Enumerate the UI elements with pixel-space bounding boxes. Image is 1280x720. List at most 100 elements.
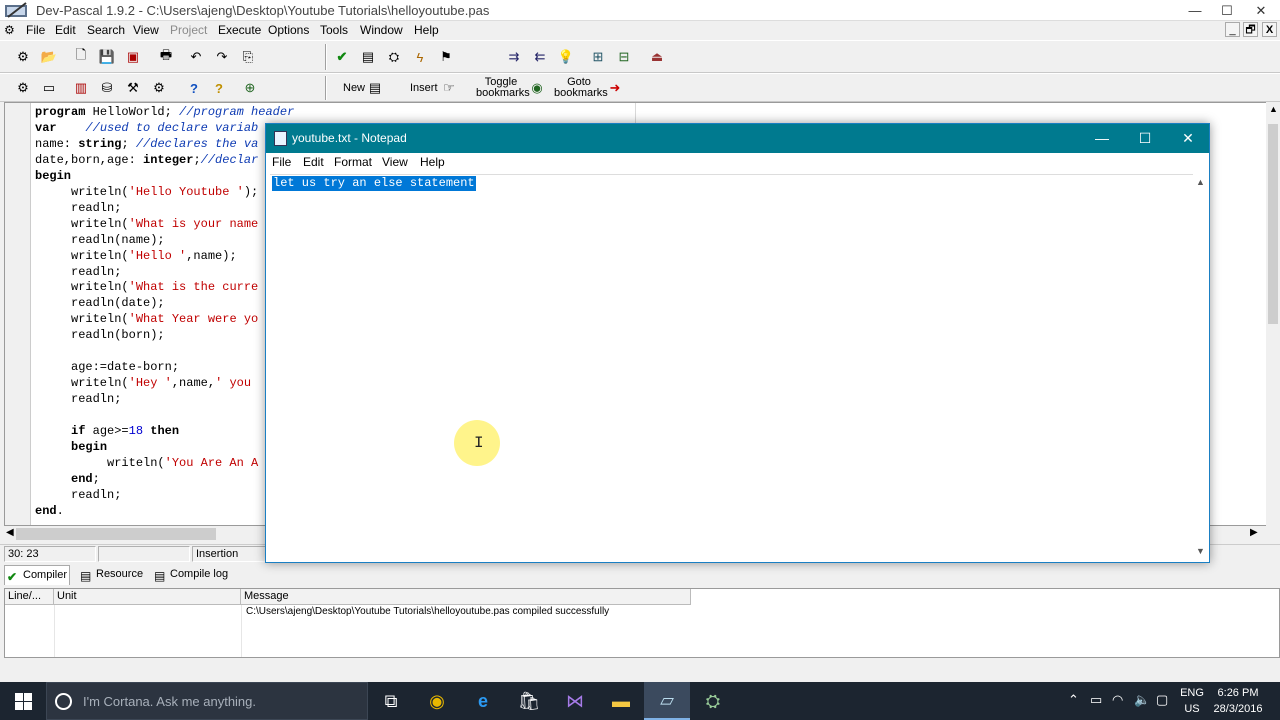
code-line[interactable]: var //used to declare variab	[35, 121, 294, 137]
code-line[interactable]: writeln('Hey ',name,' you	[35, 376, 294, 392]
file-explorer-icon[interactable]: ▬	[598, 682, 644, 720]
tab-resource[interactable]: ▤ Resource	[78, 565, 148, 585]
menu-view[interactable]: View	[133, 23, 159, 37]
code-text[interactable]: program HelloWorld; //program header var …	[35, 105, 294, 520]
task-view-icon[interactable]: ⧉	[368, 682, 414, 720]
column-unit[interactable]: Unit	[54, 589, 241, 605]
editor-vertical-scrollbar[interactable]: ▲	[1266, 102, 1280, 526]
code-line[interactable]: writeln('You Are An A	[35, 456, 294, 472]
clock[interactable]: 6:26 PM 28/3/2016	[1208, 685, 1268, 717]
menu-tools[interactable]: Tools	[320, 23, 348, 37]
bookmark-icon[interactable]: ◉	[526, 77, 548, 99]
configure-tools-icon[interactable]: ⚙	[148, 77, 170, 99]
code-line[interactable]: writeln('What is the curre	[35, 280, 294, 296]
notepad-menu-help[interactable]: Help	[420, 155, 445, 169]
cortana-search-box[interactable]: I'm Cortana. Ask me anything.	[46, 682, 368, 720]
notepad-vertical-scrollbar[interactable]: ▲ ▼	[1193, 174, 1209, 560]
code-line[interactable]: program HelloWorld; //program header	[35, 105, 294, 121]
exit-icon[interactable]: ⏏	[646, 46, 668, 68]
editor-options-icon[interactable]: ▥	[70, 77, 92, 99]
scroll-up-icon[interactable]: ▲	[1196, 177, 1205, 187]
menu-project[interactable]: Project	[170, 23, 207, 37]
menu-file[interactable]: File	[26, 23, 45, 37]
notepad-menu-file[interactable]: File	[272, 155, 291, 169]
debug-icon[interactable]: ⚑	[435, 46, 457, 68]
scroll-down-icon[interactable]: ▼	[1196, 546, 1205, 556]
tools-icon[interactable]: ⛁	[96, 77, 118, 99]
help-icon[interactable]: ?	[183, 77, 205, 99]
notepad-menu-edit[interactable]: Edit	[303, 155, 324, 169]
notepad-taskbar-icon[interactable]: ▱	[644, 682, 690, 720]
add-to-project-icon[interactable]: ⊞	[587, 46, 609, 68]
code-line[interactable]: readln;	[35, 201, 294, 217]
open-folder-icon[interactable]: 📂	[38, 46, 60, 68]
undo-icon[interactable]: ↶	[185, 46, 207, 68]
code-line[interactable]: writeln('Hello Youtube ');	[35, 185, 294, 201]
notepad-minimize-button[interactable]: —	[1080, 124, 1124, 153]
column-message[interactable]: Message	[241, 589, 691, 605]
code-line[interactable]: ​	[35, 344, 294, 360]
tab-compile-log[interactable]: ▤ Compile log	[152, 565, 232, 585]
code-line[interactable]: name: string; //declares the va	[35, 137, 294, 153]
mdi-minimize-button[interactable]: _	[1225, 22, 1240, 37]
menu-window[interactable]: Window	[360, 23, 403, 37]
new-file-icon[interactable]: 🗋	[70, 46, 92, 68]
notepad-close-button[interactable]: ✕	[1166, 124, 1210, 153]
save-all-icon[interactable]: ▣	[122, 46, 144, 68]
store-icon[interactable]: 🛍	[506, 682, 552, 720]
code-line[interactable]: end;	[35, 472, 294, 488]
code-line[interactable]: writeln('Hello ',name);	[35, 249, 294, 265]
packages-icon[interactable]: ⚒	[122, 77, 144, 99]
insert-button[interactable]: Insert	[410, 83, 438, 94]
menu-execute[interactable]: Execute	[218, 23, 261, 37]
mdi-restore-button[interactable]: 🗗	[1243, 22, 1258, 37]
action-center-icon[interactable]: ▢	[1156, 692, 1168, 708]
chrome-icon[interactable]: ◉	[414, 682, 460, 720]
compiler-options-icon[interactable]: ⚙	[12, 77, 34, 99]
start-button[interactable]	[0, 682, 46, 720]
code-line[interactable]: begin	[35, 169, 294, 185]
menu-search[interactable]: Search	[87, 23, 125, 37]
web-icon[interactable]: ⊕	[239, 77, 261, 99]
goto-bookmarks-button[interactable]: Goto bookmarks	[554, 77, 608, 99]
scroll-thumb[interactable]	[1268, 124, 1278, 324]
message-row[interactable]: C:\Users\ajeng\Desktop\Youtube Tutorials…	[246, 606, 609, 617]
code-line[interactable]: if age>=18 then	[35, 424, 294, 440]
menu-help[interactable]: Help	[414, 23, 439, 37]
code-line[interactable]: ​	[35, 408, 294, 424]
column-line[interactable]: Line/...	[5, 589, 54, 605]
scroll-up-icon[interactable]: ▲	[1269, 104, 1278, 114]
scroll-right-icon[interactable]: ▶	[1250, 527, 1258, 538]
project-icon[interactable]: ⚙	[12, 46, 34, 68]
code-line[interactable]: readln(born);	[35, 328, 294, 344]
code-line[interactable]: readln;	[35, 265, 294, 281]
scroll-thumb[interactable]	[16, 528, 216, 540]
notepad-maximize-button[interactable]: ☐	[1123, 124, 1167, 153]
code-line[interactable]: writeln('What Year were yo	[35, 312, 294, 328]
close-button[interactable]: ✕	[1246, 0, 1276, 21]
notepad-menu-view[interactable]: View	[382, 155, 408, 169]
goto-arrow-icon[interactable]: ➜	[604, 77, 626, 99]
visual-studio-icon[interactable]: ⋈	[552, 682, 598, 720]
compile-check-icon[interactable]: ✔	[331, 46, 353, 68]
code-line[interactable]: readln;	[35, 488, 294, 504]
code-line[interactable]: end.	[35, 504, 294, 520]
insert-icon[interactable]: ☞	[438, 77, 460, 99]
selected-text[interactable]: let us try an else statement	[272, 176, 476, 191]
print-icon[interactable]: 🖶	[155, 46, 177, 68]
find-icon[interactable]: ⎘	[237, 46, 259, 68]
new-button[interactable]: New	[343, 83, 365, 94]
redo-icon[interactable]: ↷	[211, 46, 233, 68]
battery-icon[interactable]: ▭	[1090, 692, 1102, 708]
code-line[interactable]: date,born,age: integer;//declar	[35, 153, 294, 169]
new-doc-icon[interactable]: ▤	[364, 77, 386, 99]
tip-bulb-icon[interactable]: 💡	[555, 46, 577, 68]
volume-icon[interactable]: 🔈	[1134, 692, 1150, 708]
unindent-icon[interactable]: ⇇	[529, 46, 551, 68]
tray-chevron-icon[interactable]: ⌃	[1068, 692, 1079, 708]
notepad-menu-format[interactable]: Format	[334, 155, 372, 169]
compiler-messages[interactable]: Line/... Unit Message C:\Users\ajeng\Des…	[4, 588, 1280, 658]
code-line[interactable]: readln(name);	[35, 233, 294, 249]
remove-from-project-icon[interactable]: ⊟	[613, 46, 635, 68]
language-indicator[interactable]: ENG US	[1178, 685, 1206, 717]
